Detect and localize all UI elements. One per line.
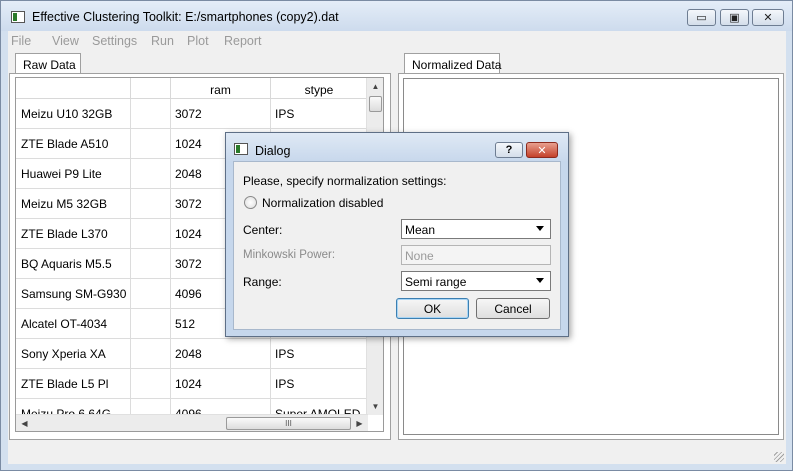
row-header[interactable]: ZTE Blade L5 Pl (16, 369, 131, 399)
table-cell-ram[interactable]: 1024 (171, 369, 271, 399)
dialog-prompt: Please, specify normalization settings: (243, 174, 447, 188)
ok-button[interactable]: OK (396, 298, 469, 319)
dialog-title-bar[interactable]: Dialog ? ✕ (226, 133, 568, 161)
column-header-ram[interactable]: ram (171, 78, 271, 99)
range-value: Semi range (405, 275, 467, 289)
minimize-button[interactable]: ▭ (687, 9, 716, 26)
chevron-down-icon (536, 278, 544, 283)
table-corner-header (16, 78, 131, 99)
center-label: Center: (243, 223, 283, 237)
dialog-body: Please, specify normalization settings: … (233, 161, 561, 330)
minkowski-power-label: Minkowski Power: (243, 249, 336, 261)
scroll-right-icon[interactable]: ▶ (351, 415, 368, 431)
title-bar[interactable]: Effective Clustering Toolkit: E:/smartph… (1, 1, 792, 31)
normalization-disabled-label[interactable]: Normalization disabled (262, 196, 383, 210)
row-header[interactable]: BQ Aquaris M5.5 (16, 249, 131, 279)
row-header[interactable]: ZTE Blade L370 (16, 219, 131, 249)
scroll-down-icon[interactable]: ▼ (367, 398, 383, 415)
maximize-button[interactable]: ▣ (720, 9, 749, 26)
normalization-dialog: Dialog ? ✕ Please, specify normalization… (225, 132, 569, 337)
table-cell-blank[interactable] (131, 369, 171, 399)
window-title: Effective Clustering Toolkit: E:/smartph… (32, 10, 339, 24)
menu-bar: File View Settings Run Plot Report (8, 31, 786, 50)
table-row[interactable]: Meizu U10 32GB 3072 IPS (16, 99, 368, 129)
center-select[interactable]: Mean (401, 219, 551, 239)
close-icon: ✕ (537, 144, 547, 157)
table-cell-blank[interactable] (131, 219, 171, 249)
horizontal-scroll-thumb[interactable]: III (226, 417, 351, 430)
table-cell-blank[interactable] (131, 309, 171, 339)
table-cell-blank[interactable] (131, 249, 171, 279)
cancel-button[interactable]: Cancel (476, 298, 550, 319)
table-cell-stype[interactable]: IPS (271, 369, 368, 399)
row-header[interactable]: Samsung SM-G930 (16, 279, 131, 309)
dialog-title: Dialog (255, 144, 291, 158)
table-row[interactable]: ZTE Blade L5 Pl 1024 IPS (16, 369, 368, 399)
help-icon: ? (505, 144, 513, 156)
menu-run[interactable]: Run (151, 34, 174, 48)
dialog-close-button[interactable]: ✕ (526, 142, 558, 158)
horizontal-scrollbar[interactable]: ◀ III ▶ (16, 414, 368, 431)
center-value: Mean (405, 223, 436, 237)
tab-raw-data[interactable]: Raw Data (15, 53, 81, 74)
menu-report[interactable]: Report (224, 34, 262, 48)
row-header[interactable]: ZTE Blade A510 (16, 129, 131, 159)
row-header[interactable]: Sony Xperia XA (16, 339, 131, 369)
table-row[interactable]: Sony Xperia XA 2048 IPS (16, 339, 368, 369)
table-cell-blank[interactable] (131, 99, 171, 129)
menu-plot[interactable]: Plot (187, 34, 209, 48)
row-header[interactable]: Alcatel OT-4034 (16, 309, 131, 339)
minkowski-power-value: None (405, 249, 434, 263)
minimize-icon: ▭ (696, 12, 707, 24)
close-icon: ✕ (763, 12, 773, 24)
table-cell-blank[interactable] (131, 159, 171, 189)
column-header-stype[interactable]: stype (271, 78, 368, 99)
table-cell-stype[interactable]: IPS (271, 339, 368, 369)
range-select[interactable]: Semi range (401, 271, 551, 291)
resize-grip-icon[interactable] (774, 452, 784, 462)
column-header-blank (131, 78, 171, 99)
scroll-left-icon[interactable]: ◀ (16, 415, 33, 431)
row-header[interactable]: Huawei P9 Lite (16, 159, 131, 189)
normalization-disabled-radio[interactable] (244, 196, 257, 209)
tab-normalized-data-label: Normalized Data (412, 58, 502, 72)
close-button[interactable]: ✕ (752, 9, 784, 26)
tab-normalized-data[interactable]: Normalized Data (404, 53, 502, 74)
table-cell-stype[interactable]: IPS (271, 99, 368, 129)
row-header[interactable]: Meizu M5 32GB (16, 189, 131, 219)
table-cell-blank[interactable] (131, 339, 171, 369)
table-cell-ram[interactable]: 2048 (171, 339, 271, 369)
tab-raw-data-label: Raw Data (23, 58, 76, 72)
table-cell-blank[interactable] (131, 129, 171, 159)
menu-file[interactable]: File (11, 34, 31, 48)
status-bar (8, 443, 786, 464)
menu-view[interactable]: View (52, 34, 79, 48)
vertical-scroll-thumb[interactable] (369, 96, 382, 112)
table-cell-ram[interactable]: 3072 (171, 99, 271, 129)
app-icon (11, 11, 25, 23)
dialog-app-icon (234, 143, 248, 155)
menu-settings[interactable]: Settings (92, 34, 137, 48)
range-label: Range: (243, 275, 282, 289)
table-cell-blank[interactable] (131, 189, 171, 219)
scroll-up-icon[interactable]: ▲ (367, 78, 383, 95)
chevron-down-icon (536, 226, 544, 231)
minkowski-power-field: None (401, 245, 551, 265)
table-cell-blank[interactable] (131, 279, 171, 309)
row-header[interactable]: Meizu U10 32GB (16, 99, 131, 129)
restore-icon: ▣ (729, 12, 740, 24)
help-button[interactable]: ? (495, 142, 523, 158)
